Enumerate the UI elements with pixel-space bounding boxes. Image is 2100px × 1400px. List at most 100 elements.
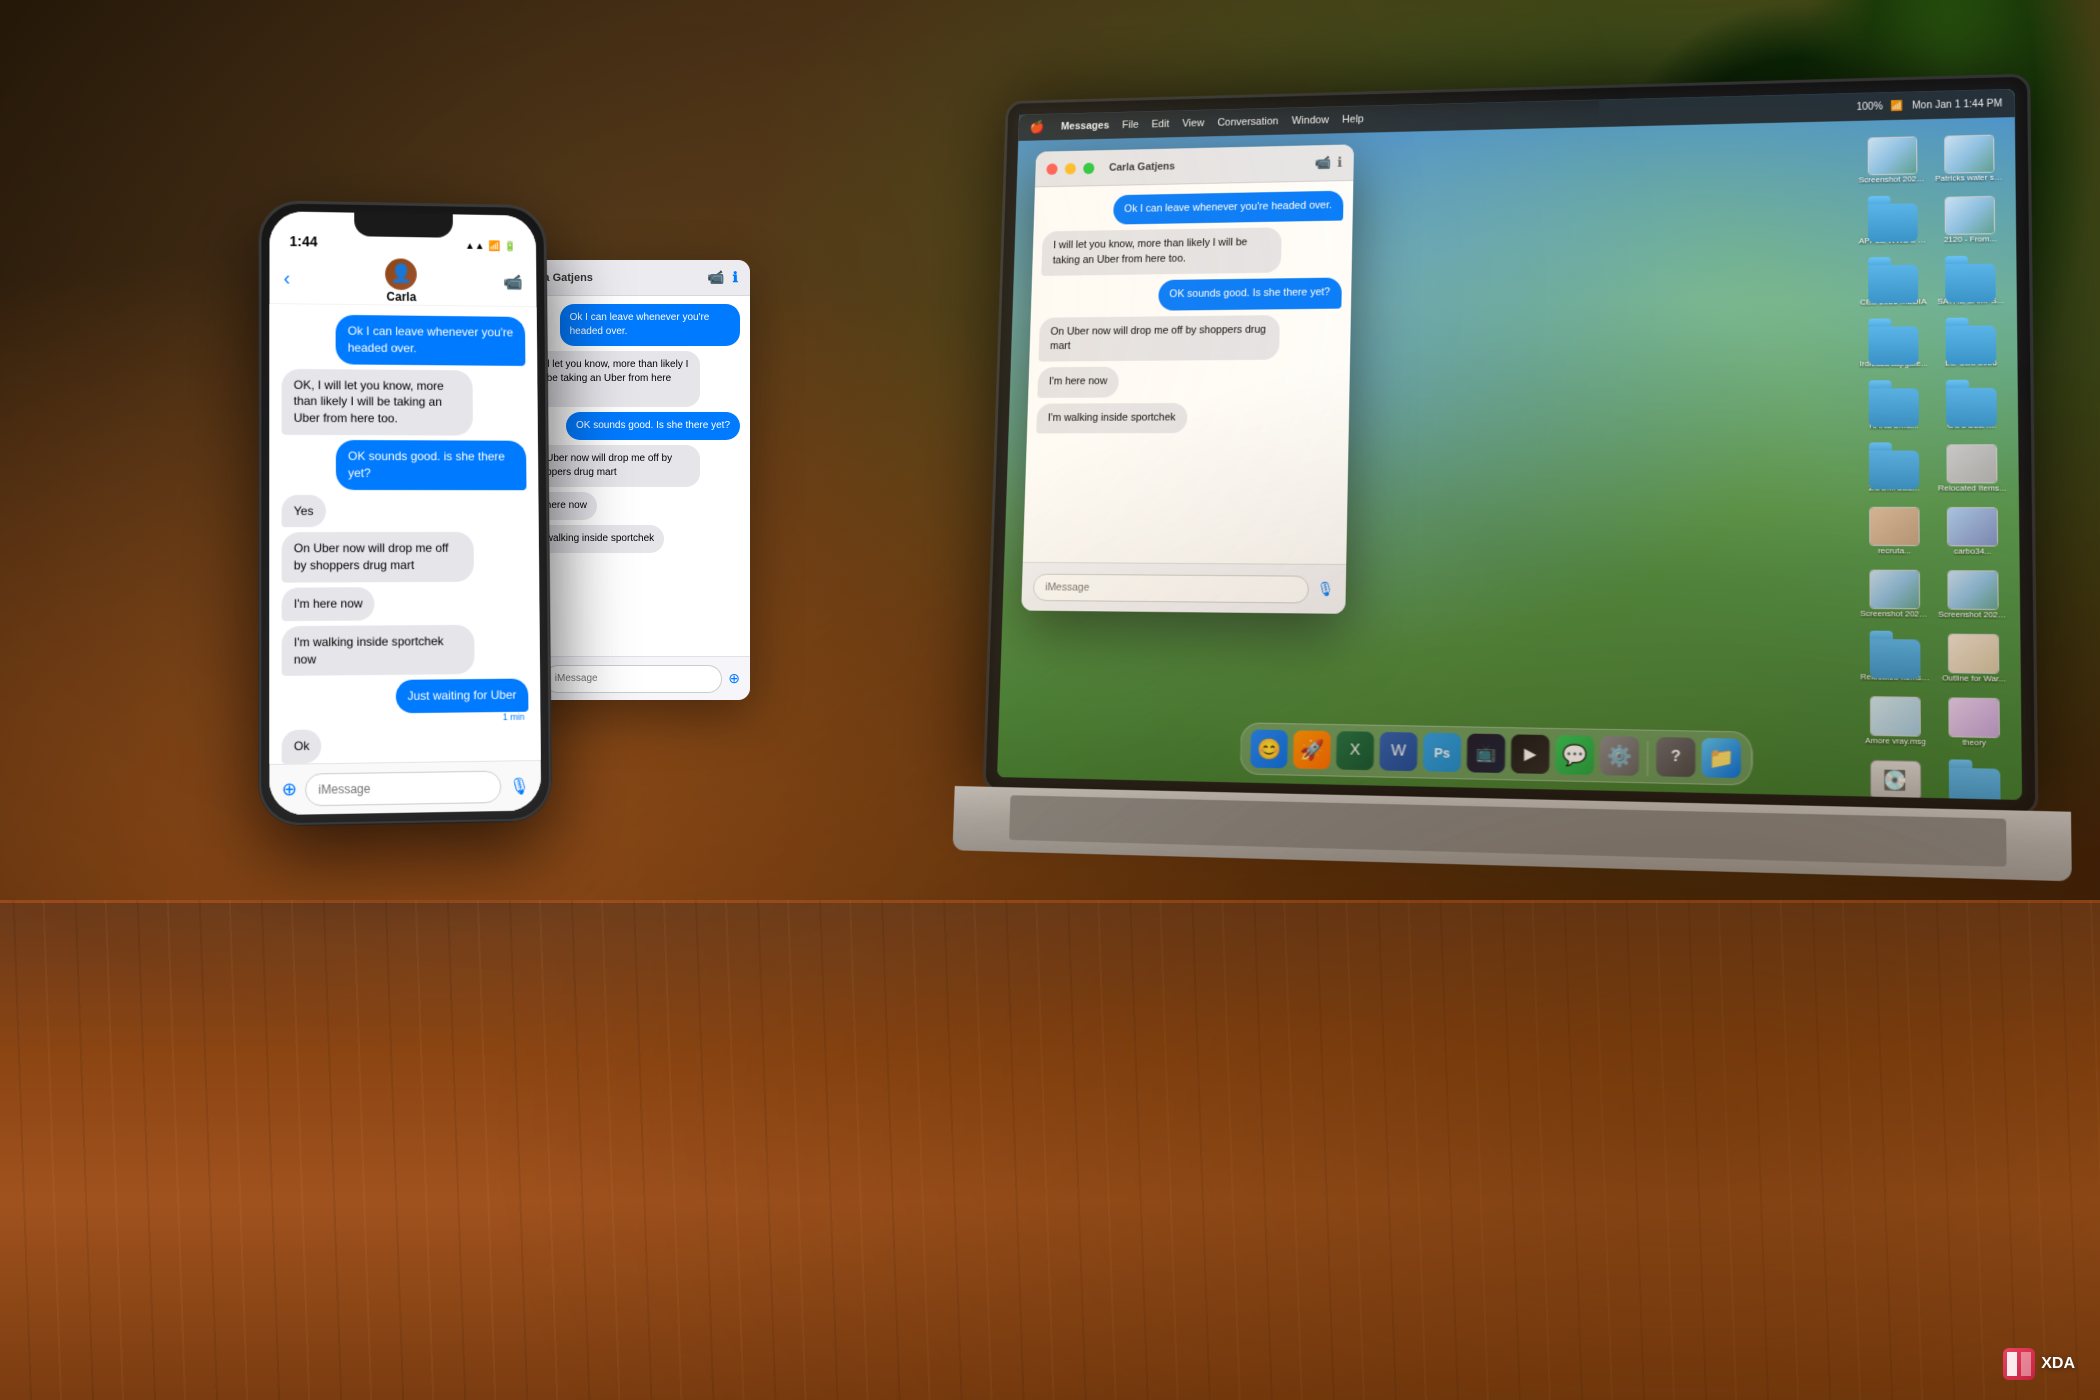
ipad-info-icon[interactable]: ℹ: [733, 269, 738, 286]
menubar-wifi-icon: 📶: [1891, 100, 1904, 111]
iphone-msg-received-6: Ok: [282, 730, 322, 764]
desktop-icon-screenshot8[interactable]: Screenshot 2026-0...: [1936, 564, 2011, 624]
iphone-apps-icon[interactable]: ⊕: [282, 779, 297, 801]
menubar-window[interactable]: Window: [1292, 114, 1329, 126]
wood-grain: [0, 900, 2100, 1400]
xda-text: XDA: [2041, 1355, 2075, 1373]
desktop-icon-folder4[interactable]: Irdleass/aspgate...: [1857, 314, 1930, 372]
dock-launchpad[interactable]: 🚀: [1293, 730, 1331, 769]
iphone-time: 1:44: [290, 233, 318, 249]
desktop-icon-folder8[interactable]: ZOOM/CEL...: [1857, 438, 1931, 497]
iphone-msg-received-5: I'm walking inside sportchek now: [282, 625, 475, 677]
dock-divider: [1647, 741, 1648, 776]
iphone-video-icon[interactable]: 📹: [503, 272, 523, 292]
desktop-icon-label: Relocated Items...: [1938, 483, 2006, 492]
maximize-button[interactable]: [1083, 162, 1094, 174]
iphone: 1:44 ▲▲ 📶 🔋 ‹ 👤 Carla: [259, 201, 551, 825]
desktop-icon-screenshot3[interactable]: 2120 - From...: [1933, 190, 2007, 249]
mac-message-received-2: On Uber now will drop me off by shoppers…: [1039, 315, 1280, 362]
dock-word[interactable]: W: [1379, 732, 1417, 771]
close-button[interactable]: [1046, 163, 1057, 175]
dock-excel[interactable]: X: [1336, 731, 1374, 770]
battery-icon: 🔋: [504, 242, 516, 253]
macos-dock: 😊 🚀 X W Ps 📺 ▶ 💬 ⚙️ ? 📁: [1239, 722, 1752, 785]
apple-menu-icon[interactable]: 🍎: [1029, 120, 1044, 135]
menubar-conversation[interactable]: Conversation: [1217, 116, 1278, 129]
menubar-edit[interactable]: Edit: [1151, 118, 1169, 130]
dock-finder2[interactable]: 📁: [1701, 738, 1740, 778]
dock-messages[interactable]: 💬: [1555, 735, 1594, 775]
iphone-screen: 1:44 ▲▲ 📶 🔋 ‹ 👤 Carla: [269, 211, 541, 815]
desktop-icon-label: theory: [1962, 737, 1986, 747]
mac-message-sent-2: OK sounds good. Is she there yet?: [1158, 278, 1342, 311]
desktop-icon-screenshot11[interactable]: theory: [1937, 691, 2012, 752]
mac-message-received-1: I will let you know, more than likely I …: [1041, 228, 1282, 276]
ipad-attach-icon[interactable]: ⊕: [728, 670, 740, 687]
desktop-icon-screenshot7[interactable]: Screenshot 2026-0...: [1858, 563, 1932, 623]
iphone-messages-app: 1:44 ▲▲ 📶 🔋 ‹ 👤 Carla: [269, 211, 541, 815]
desktop-icon-screenshot2[interactable]: Patricks water safety...: [1933, 128, 2007, 187]
ipad-message-input[interactable]: [544, 665, 722, 693]
iphone-msg-sent-3: Just waiting for Uber: [395, 679, 528, 714]
iphone-msg-received-2: Yes: [282, 494, 326, 527]
app-name[interactable]: Messages: [1061, 120, 1110, 132]
dock-settings[interactable]: ⚙️: [1600, 736, 1639, 776]
ipad-video-icon[interactable]: 📹: [707, 269, 724, 286]
desktop-icon-folder2[interactable]: CES 2026 MEDIA: [1857, 252, 1930, 310]
desktop-icon-screenshot5[interactable]: recruta...: [1858, 501, 1932, 560]
desktop-icon-folder5[interactable]: LG CES 2026: [1934, 313, 2008, 372]
desktop-icon-screenshot1[interactable]: Screenshot 2026-0...: [1856, 130, 1929, 188]
desktop-icon-folder7[interactable]: GOOGLE I...: [1934, 375, 2008, 434]
iphone-msg-received-3: On Uber now will drop me off by shoppers…: [282, 532, 474, 582]
desktop-icon-label: carbo34...: [1954, 546, 1992, 556]
dock-photoshop[interactable]: Ps: [1423, 733, 1461, 772]
contact-name: Carla: [387, 289, 417, 303]
menubar-file[interactable]: File: [1122, 119, 1139, 131]
iphone-notch: [354, 213, 453, 238]
desktop-icon-screenshot4[interactable]: Relocated Items...: [1935, 438, 2010, 497]
desktop-icon-label: Outline for War...: [1942, 673, 2006, 683]
dock-help[interactable]: ?: [1656, 737, 1695, 777]
messages-mac-input-field[interactable]: [1033, 573, 1310, 603]
desktop-icon-harddrive[interactable]: 💽 Macintosh HD: [1859, 753, 1934, 800]
minimize-button[interactable]: [1065, 163, 1076, 175]
contact-avatar[interactable]: 👤: [385, 258, 417, 290]
iphone-msg-sent-1: Ok I can leave whenever you're headed ov…: [336, 315, 526, 366]
mac-message-sent-1: Ok I can leave whenever you're headed ov…: [1113, 191, 1344, 225]
desktop-icon-folder6[interactable]: RANDOME...: [1857, 376, 1930, 434]
iphone-messages-body: Ok I can leave whenever you're headed ov…: [269, 304, 540, 764]
iphone-header-icons: 📹: [503, 272, 523, 292]
desktop-icon-folder3[interactable]: SATHE SAMPS...: [1934, 251, 2008, 310]
desktop-icon-label: Screenshot 2026-0...: [1859, 174, 1927, 184]
menubar-left: 🍎 Messages File Edit View Conversation W…: [1029, 112, 1364, 135]
desktop-icon-folder9[interactable]: Relocated Items 2...: [1858, 626, 1932, 686]
menubar-view[interactable]: View: [1182, 118, 1204, 130]
dock-finder[interactable]: 😊: [1250, 730, 1288, 769]
back-button[interactable]: ‹: [284, 268, 291, 291]
desktop-icon-screenshot9[interactable]: Outline for War...: [1936, 627, 2011, 688]
desktop-icon-label: 2120 - From...: [1944, 234, 1997, 244]
desktop-icon-screenshot6[interactable]: carbo34...: [1935, 501, 2010, 560]
desktop-icon-label: Screenshot 2026-0...: [1938, 610, 2008, 620]
mic-icon[interactable]: 🎙: [1317, 581, 1335, 598]
info-icon[interactable]: ℹ: [1337, 154, 1342, 170]
desktop-icon-label: recruta...: [1878, 546, 1911, 555]
messages-mac-window: Carla Gatjens 📹 ℹ Ok I can leave wheneve…: [1021, 144, 1354, 613]
iphone-message-input[interactable]: [305, 770, 501, 806]
desktop-icon-folder1[interactable]: APPLE WWDC 2022: [1857, 191, 1930, 249]
iphone-msg-received-4: I'm here now: [282, 587, 375, 621]
mac-message-received-3: I'm here now: [1037, 367, 1118, 398]
macbook: 🍎 Messages File Edit View Conversation W…: [981, 74, 2040, 881]
ipad-msg-sent-1: Ok I can leave whenever you're headed ov…: [560, 304, 740, 346]
desktop-icon-folder10[interactable]: HR CES 2025: [1937, 755, 2013, 800]
macbook-screen: 🍎 Messages File Edit View Conversation W…: [997, 89, 2022, 800]
iphone-input-area: ⊕ 🎙: [269, 760, 541, 815]
menubar-help[interactable]: Help: [1342, 114, 1364, 126]
dock-itv[interactable]: 📺: [1467, 734, 1506, 774]
messages-mac-input-area: 🎙: [1021, 562, 1346, 614]
video-call-icon[interactable]: 📹: [1315, 154, 1332, 171]
desktop-icon-label: Amore vray.msg: [1865, 736, 1926, 747]
iphone-mic-icon[interactable]: 🎙: [509, 776, 529, 797]
desktop-icon-screenshot10[interactable]: Amore vray.msg: [1858, 690, 1932, 751]
dock-appletv[interactable]: ▶: [1511, 734, 1550, 774]
